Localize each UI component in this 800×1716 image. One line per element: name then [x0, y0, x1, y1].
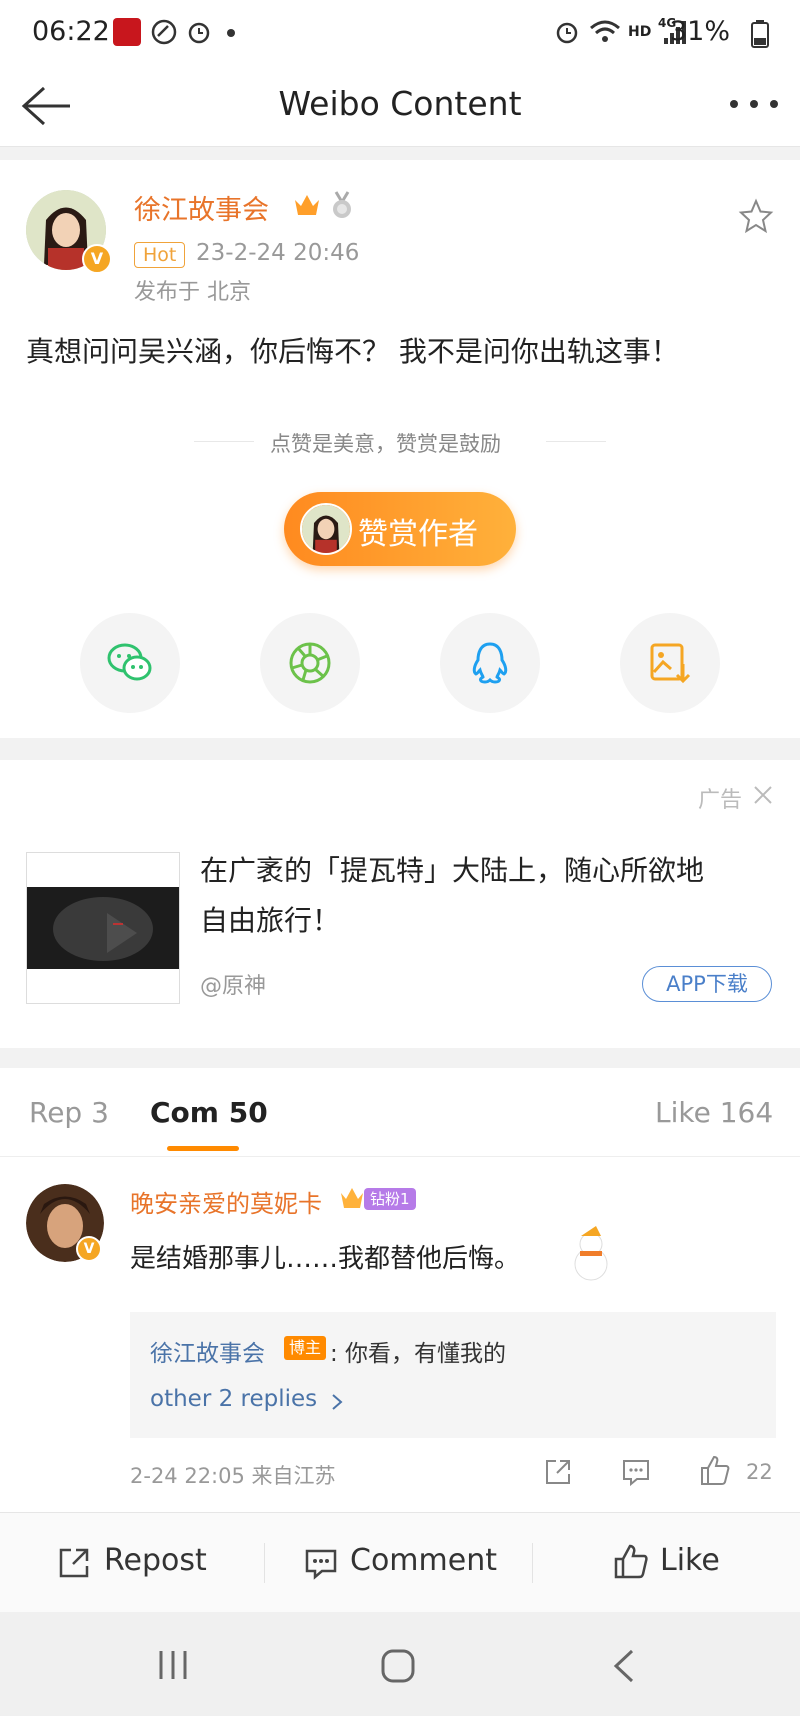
- like-icon[interactable]: [612, 1543, 650, 1581]
- comment-like-count: 22: [746, 1460, 773, 1484]
- alarm-icon-right: [556, 22, 578, 44]
- tab-like[interactable]: Like 164: [655, 1096, 773, 1129]
- fan-crown-icon: [341, 1188, 363, 1208]
- reply-preview-box[interactable]: 徐江故事会 博主 : 你看，有懂我的 other 2 replies: [130, 1312, 776, 1438]
- bottom-divider-1: [264, 1543, 265, 1583]
- blogger-tag: 博主: [284, 1336, 327, 1360]
- save-image-icon: [650, 643, 691, 684]
- commenter-verified-badge: V: [76, 1236, 102, 1262]
- battery-percent: 31%: [669, 16, 730, 47]
- home-icon[interactable]: [380, 1648, 416, 1684]
- reply-author[interactable]: 徐江故事会: [150, 1334, 265, 1368]
- share-qq-button[interactable]: [440, 613, 540, 713]
- comment-icon[interactable]: [303, 1545, 339, 1581]
- wechat-icon: [107, 643, 152, 681]
- ad-thumbnail[interactable]: [26, 852, 180, 1004]
- repost-button[interactable]: Repost: [104, 1543, 207, 1578]
- page-title: Weibo Content: [278, 84, 522, 123]
- more-options-icon[interactable]: [728, 98, 780, 110]
- hot-tag: Hot: [134, 242, 186, 268]
- bottom-divider-2: [532, 1543, 533, 1583]
- reward-button-label: 赞赏作者: [358, 517, 478, 552]
- system-nav-bar: [0, 1612, 800, 1716]
- active-tab-indicator: [167, 1146, 239, 1151]
- dot-icon: [227, 29, 235, 37]
- post-text: 真想问问吴兴涵，你后悔不？ 我不是问你出轨这事！: [26, 335, 679, 368]
- comment-like-icon[interactable]: [698, 1454, 732, 1488]
- repost-icon[interactable]: [56, 1545, 92, 1581]
- reward-author-button[interactable]: 赞赏作者: [284, 492, 516, 566]
- comment-repost-icon[interactable]: [542, 1456, 574, 1488]
- reply-text: : 你看，有懂我的: [330, 1341, 507, 1367]
- status-time: 06:22: [32, 16, 110, 47]
- reward-slogan: 点赞是美意，赞赏是鼓励: [270, 432, 501, 456]
- post-location: 发布于 北京: [134, 280, 251, 305]
- comment-reply-icon[interactable]: [620, 1456, 652, 1488]
- ad-text-line2: 自由旅行！: [200, 904, 341, 937]
- like-button[interactable]: Like: [660, 1543, 720, 1578]
- qq-icon: [472, 642, 508, 684]
- comment-button[interactable]: Comment: [350, 1543, 497, 1578]
- snowman-decoration-icon: [574, 1226, 608, 1281]
- chevron-right-icon: [332, 1394, 343, 1410]
- ad-text-line1: 在广袤的「提瓦特」大陆上，随心所欲地: [200, 854, 705, 887]
- alarm-icon: [188, 22, 210, 44]
- medal-icon: [333, 191, 351, 218]
- verified-badge: V: [82, 244, 112, 274]
- post-author-name[interactable]: 徐江故事会: [134, 188, 269, 227]
- app-download-button[interactable]: APP下载: [642, 966, 772, 1002]
- fan-level-badge: 钻粉1: [364, 1188, 416, 1210]
- comments-section: Rep 3 Com 50 Like 164 V 晚安亲爱的莫妮卡 钻粉1 是结婚…: [0, 1068, 800, 1512]
- wifi-icon: [590, 20, 620, 42]
- comment-text: 是结婚那事儿……我都替他后悔。: [130, 1244, 521, 1274]
- gesture-icon: [151, 19, 177, 45]
- save-image-button[interactable]: [620, 613, 720, 713]
- divider-right: [546, 441, 606, 442]
- tab-repost[interactable]: Rep 3: [29, 1096, 109, 1129]
- reward-avatar: [300, 503, 352, 555]
- post-card: V 徐江故事会 Hot 23-2-24 20:46 发布于 北京 真想问问吴兴涵…: [0, 160, 800, 738]
- comment-meta: 2-24 22:05 来自江苏: [130, 1464, 336, 1488]
- moments-icon: [289, 642, 331, 684]
- tabs-divider: [0, 1156, 800, 1157]
- favorite-star-icon[interactable]: [738, 198, 774, 234]
- battery-icon: [751, 20, 769, 48]
- divider-left: [194, 441, 254, 442]
- commenter-name[interactable]: 晚安亲爱的莫妮卡: [130, 1184, 322, 1219]
- top-nav: Weibo Content: [0, 66, 800, 147]
- ad-label: 广告: [698, 788, 743, 813]
- share-moments-button[interactable]: [260, 613, 360, 713]
- member-crown-icon: [295, 195, 319, 215]
- more-replies-link[interactable]: other 2 replies: [150, 1386, 317, 1412]
- post-datetime: 23-2-24 20:46: [196, 240, 360, 266]
- back-nav-icon[interactable]: [610, 1648, 638, 1684]
- bottom-action-bar: Repost Comment Like: [0, 1512, 800, 1613]
- status-bar: 06:22 HD 4G 31%: [0, 0, 800, 66]
- tab-comment[interactable]: Com 50: [150, 1096, 268, 1129]
- ad-card[interactable]: 广告 在广袤的「提瓦特」大陆上，随心所欲地 自由旅行！ @原神 APP下载: [0, 760, 800, 1048]
- close-ad-icon[interactable]: [752, 784, 774, 806]
- news-app-icon: [113, 18, 141, 46]
- share-wechat-button[interactable]: [80, 613, 180, 713]
- ad-source[interactable]: @原神: [200, 968, 266, 1000]
- hd-label: HD: [628, 24, 652, 40]
- recent-apps-icon[interactable]: [156, 1648, 190, 1682]
